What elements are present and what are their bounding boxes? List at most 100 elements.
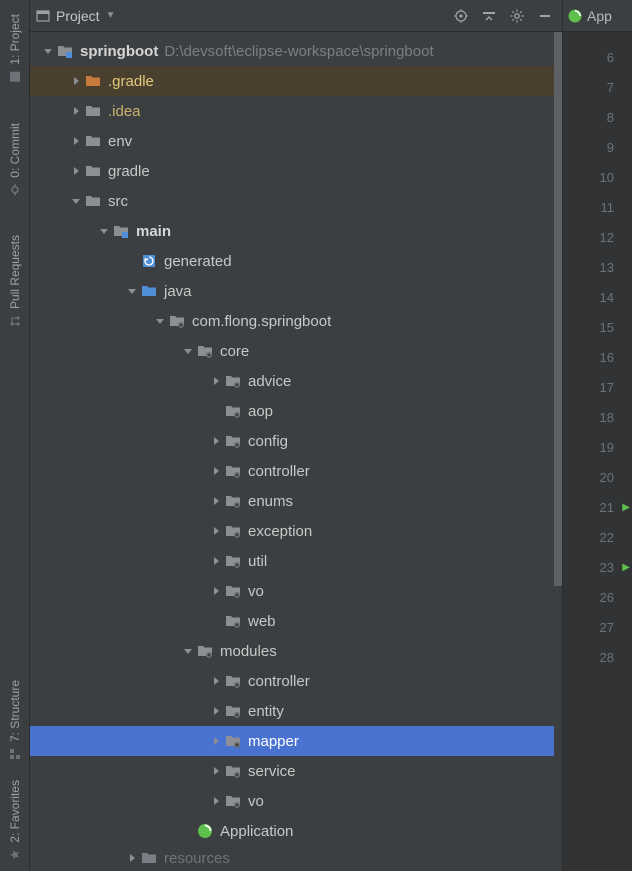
chevron-right-icon[interactable] [208,376,224,386]
pkg-icon [224,552,242,570]
chevron-right-icon[interactable] [208,766,224,776]
line-number[interactable]: 9 [563,132,632,162]
line-number-gutter[interactable]: 6789101112131415161718192021▶2223▶262728 [563,32,632,871]
tree-row-core[interactable]: core [30,336,562,366]
source-folder-icon [140,282,158,300]
line-number[interactable]: 10 [563,162,632,192]
tool-tab-favorites[interactable]: 2: Favorites [8,770,22,871]
tree-row-vo[interactable]: vo [30,576,562,606]
line-number[interactable]: 28 [563,642,632,672]
tree-row-gradle-dot[interactable]: .gradle [30,66,562,96]
chevron-right-icon[interactable] [208,676,224,686]
tree-row-app[interactable]: Application [30,816,562,846]
line-number[interactable]: 26 [563,582,632,612]
tool-tab-project[interactable]: 1: Project [8,4,22,93]
chevron-right-icon[interactable] [68,166,84,176]
hide-panel-button[interactable] [534,5,556,27]
chevron-right-icon[interactable] [208,706,224,716]
tree-row-controller[interactable]: controller [30,456,562,486]
pkg-icon [196,342,214,360]
chevron-right-icon[interactable] [208,586,224,596]
scrollbar-thumb[interactable] [554,32,562,586]
tree-row-exception[interactable]: exception [30,516,562,546]
tool-tab-commit[interactable]: 0: Commit [8,113,22,206]
project-tree[interactable]: springbootD:\devsoft\eclipse-workspace\s… [30,32,562,870]
line-number[interactable]: 12 [563,222,632,252]
chevron-right-icon[interactable] [68,136,84,146]
tree-row-util[interactable]: util [30,546,562,576]
tree-row-m-service[interactable]: service [30,756,562,786]
line-number[interactable]: 14 [563,282,632,312]
line-number[interactable]: 19 [563,432,632,462]
tree-row-resources[interactable]: resources [30,846,562,870]
tree-row-web[interactable]: web [30,606,562,636]
chevron-right-icon[interactable] [208,436,224,446]
tree-row-enums[interactable]: enums [30,486,562,516]
chevron-right-icon[interactable] [124,853,140,863]
chevron-down-icon[interactable] [180,646,196,656]
tree-row-advice[interactable]: advice [30,366,562,396]
tree-scrollbar[interactable] [554,32,562,871]
tree-row-aop[interactable]: aop [30,396,562,426]
run-gutter-icon[interactable]: ▶ [622,562,630,573]
pkg-icon [224,432,242,450]
chevron-down-icon[interactable] [40,46,56,56]
pkg-icon [224,792,242,810]
chevron-down-icon[interactable] [180,346,196,356]
chevron-right-icon[interactable] [208,526,224,536]
tree-row-root[interactable]: springbootD:\devsoft\eclipse-workspace\s… [30,36,562,66]
chevron-down-icon[interactable] [68,196,84,206]
pkg-icon [196,642,214,660]
line-number[interactable]: 11 [563,192,632,222]
line-number[interactable]: 13 [563,252,632,282]
chevron-right-icon[interactable] [208,736,224,746]
chevron-right-icon[interactable] [208,466,224,476]
spring-icon [567,8,583,24]
chevron-right-icon[interactable] [68,106,84,116]
collapse-all-button[interactable] [478,5,500,27]
tree-row-src[interactable]: src [30,186,562,216]
module-icon [112,222,130,240]
tree-row-main[interactable]: main [30,216,562,246]
chevron-right-icon[interactable] [208,796,224,806]
tree-label: env [108,133,132,150]
line-number[interactable]: 8 [563,102,632,132]
settings-button[interactable] [506,5,528,27]
line-number[interactable]: 16 [563,342,632,372]
tree-row-generated[interactable]: generated [30,246,562,276]
tree-row-config[interactable]: config [30,426,562,456]
line-number[interactable]: 27 [563,612,632,642]
chevron-down-icon[interactable] [124,286,140,296]
line-number[interactable]: 17 [563,372,632,402]
line-number[interactable]: 23▶ [563,552,632,582]
tree-row-env[interactable]: env [30,126,562,156]
line-number[interactable]: 22 [563,522,632,552]
tool-tab-pull-requests[interactable]: Pull Requests [8,225,22,337]
line-number[interactable]: 20 [563,462,632,492]
run-gutter-icon[interactable]: ▶ [622,502,630,513]
line-number[interactable]: 7 [563,72,632,102]
line-number[interactable]: 15 [563,312,632,342]
line-number[interactable]: 21▶ [563,492,632,522]
chevron-right-icon[interactable] [68,76,84,86]
tree-row-m-vo[interactable]: vo [30,786,562,816]
tree-row-m-controller[interactable]: controller [30,666,562,696]
tree-row-modules[interactable]: modules [30,636,562,666]
chevron-down-icon[interactable] [96,226,112,236]
line-number[interactable]: 6 [563,42,632,72]
tree-row-idea[interactable]: .idea [30,96,562,126]
tool-tab-structure[interactable]: 7: Structure [8,670,22,770]
line-number[interactable]: 18 [563,402,632,432]
tree-label: controller [248,463,310,480]
tree-row-pkg[interactable]: com.flong.springboot [30,306,562,336]
editor-tab-label[interactable]: App [587,8,612,24]
project-view-combo[interactable]: Project ▼ [36,8,115,24]
tree-row-m-entity[interactable]: entity [30,696,562,726]
chevron-down-icon[interactable] [152,316,168,326]
chevron-right-icon[interactable] [208,556,224,566]
tree-row-java[interactable]: java [30,276,562,306]
tree-row-gradle[interactable]: gradle [30,156,562,186]
tree-row-m-mapper[interactable]: mapper [30,726,562,756]
chevron-right-icon[interactable] [208,496,224,506]
locate-in-tree-button[interactable] [450,5,472,27]
